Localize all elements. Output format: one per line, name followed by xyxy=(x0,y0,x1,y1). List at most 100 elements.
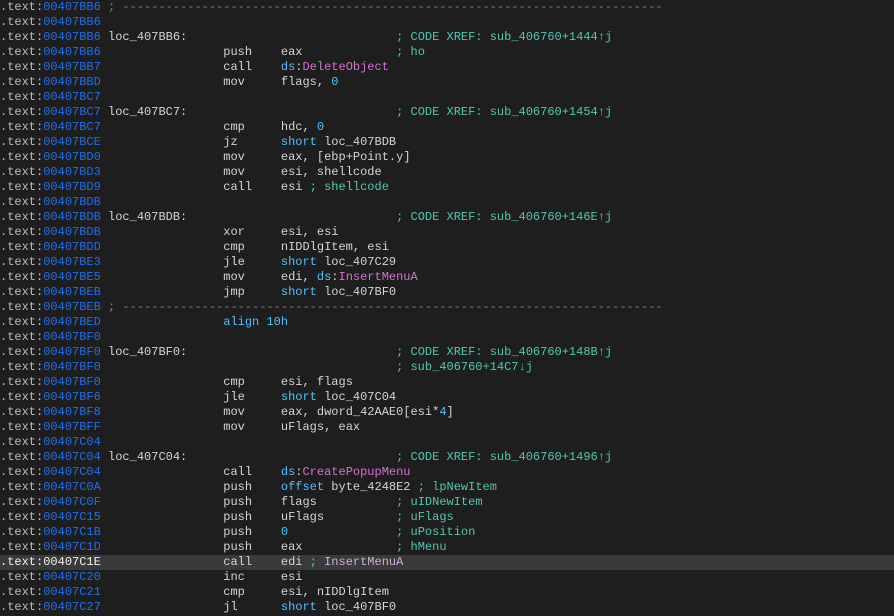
code-line[interactable]: .text:00407C0F push flags ; uIDNewItem xyxy=(0,495,894,510)
code-line[interactable]: .text:00407BB6 loc_407BB6: ; CODE XREF: … xyxy=(0,30,894,45)
token-arrow: ↑j xyxy=(598,450,612,464)
code-line[interactable]: .text:00407BF0 cmp esi, flags xyxy=(0,375,894,390)
token-mnemonic: mov xyxy=(223,75,245,89)
token-ident: , xyxy=(302,225,316,239)
segment-prefix: .text: xyxy=(0,525,43,539)
token-ident: Point.y xyxy=(353,150,403,164)
token-ident: uFlags xyxy=(281,420,324,434)
segment-prefix: .text: xyxy=(0,285,43,299)
token-comment: ; hMenu xyxy=(396,540,446,554)
code-line[interactable]: .text:00407BC7 xyxy=(0,90,894,105)
code-line[interactable]: .text:00407BF6 jle short loc_407C04 xyxy=(0,390,894,405)
segment-prefix: .text: xyxy=(0,195,43,209)
token-ident xyxy=(101,420,223,434)
token-reg: esi xyxy=(281,585,303,599)
token-ident xyxy=(245,240,281,254)
address: 00407C20 xyxy=(43,570,101,584)
token-mnemonic: jle xyxy=(223,390,245,404)
address: 00407BED xyxy=(43,315,101,329)
disassembly-view[interactable]: .text:00407BB6 ; -----------------------… xyxy=(0,0,894,616)
code-line[interactable]: .text:00407C04 xyxy=(0,435,894,450)
code-line[interactable]: .text:00407BFF mov uFlags, eax xyxy=(0,420,894,435)
token-keyword: align xyxy=(223,315,266,329)
token-ident: , xyxy=(353,240,367,254)
code-line[interactable]: .text:00407BDD cmp nIDDlgItem, esi xyxy=(0,240,894,255)
token-ident: loc_407BF0 xyxy=(317,600,396,614)
segment-prefix: .text: xyxy=(0,90,43,104)
token-ident xyxy=(252,525,281,539)
code-line[interactable]: .text:00407BED align 10h xyxy=(0,315,894,330)
token-ident xyxy=(324,510,396,524)
token-ident: , xyxy=(324,420,338,434)
token-ident: , xyxy=(302,375,316,389)
code-line[interactable]: .text:00407C1E call edi ; InsertMenuA xyxy=(0,555,894,570)
code-line[interactable]: .text:00407BB7 call ds:DeleteObject xyxy=(0,60,894,75)
code-line[interactable]: .text:00407BDB loc_407BDB: ; CODE XREF: … xyxy=(0,210,894,225)
address: 00407BF8 xyxy=(43,405,101,419)
address: 00407BEB xyxy=(43,285,101,299)
code-line[interactable]: .text:00407BDB xor esi, esi xyxy=(0,225,894,240)
code-line[interactable]: .text:00407C20 inc esi xyxy=(0,570,894,585)
code-line[interactable]: .text:00407C0A push offset byte_4248E2 ;… xyxy=(0,480,894,495)
code-line[interactable]: .text:00407BD9 call esi ; shellcode xyxy=(0,180,894,195)
token-mnemonic: cmp xyxy=(223,585,245,599)
token-ident: nIDDlgItem xyxy=(317,585,389,599)
token-ident: [ xyxy=(317,150,324,164)
address: 00407C27 xyxy=(43,600,101,614)
code-line[interactable]: .text:00407BF8 mov eax, dword_42AAE0[esi… xyxy=(0,405,894,420)
code-line[interactable]: .text:00407BEB ; -----------------------… xyxy=(0,300,894,315)
code-line[interactable]: .text:00407BDB xyxy=(0,195,894,210)
token-label: loc_407BF0 xyxy=(101,345,180,359)
code-line[interactable]: .text:00407BD3 mov esi, shellcode xyxy=(0,165,894,180)
code-line[interactable]: .text:00407BEB jmp short loc_407BF0 xyxy=(0,285,894,300)
code-line[interactable]: .text:00407BF0 loc_407BF0: ; CODE XREF: … xyxy=(0,345,894,360)
code-line[interactable]: .text:00407BB6 ; -----------------------… xyxy=(0,0,894,15)
code-line[interactable]: .text:00407C04 loc_407C04: ; CODE XREF: … xyxy=(0,450,894,465)
code-line[interactable]: .text:00407C27 jl short loc_407BF0 xyxy=(0,600,894,615)
address: 00407BDB xyxy=(43,195,101,209)
token-reg: eax xyxy=(339,420,361,434)
token-ident xyxy=(101,390,223,404)
address: 00407BB6 xyxy=(43,0,101,14)
code-line[interactable]: .text:00407C1D push eax ; hMenu xyxy=(0,540,894,555)
code-line[interactable]: .text:00407BCE jz short loc_407BDB xyxy=(0,135,894,150)
code-line[interactable]: .text:00407BE3 jle short loc_407C29 xyxy=(0,255,894,270)
token-ident xyxy=(101,255,223,269)
token-ident xyxy=(101,150,223,164)
segment-prefix: .text: xyxy=(0,420,43,434)
token-ident: loc_407C29 xyxy=(317,255,396,269)
token-func: InsertMenuA xyxy=(339,270,418,284)
token-mnemonic: jl xyxy=(223,600,237,614)
token-ident xyxy=(245,585,281,599)
code-line[interactable]: .text:00407BF0 xyxy=(0,330,894,345)
address: 00407BC7 xyxy=(43,105,101,119)
token-ident xyxy=(101,600,223,614)
address: 00407BF6 xyxy=(43,390,101,404)
code-line[interactable]: .text:00407BBD mov flags, 0 xyxy=(0,75,894,90)
code-line[interactable]: .text:00407BE5 mov edi, ds:InsertMenuA xyxy=(0,270,894,285)
segment-prefix: .text: xyxy=(0,540,43,554)
code-line[interactable]: .text:00407BB6 xyxy=(0,15,894,30)
token-reg: esi xyxy=(367,240,389,254)
token-comment: ; uFlags xyxy=(396,510,454,524)
code-line[interactable]: .text:00407C04 call ds:CreatePopupMenu xyxy=(0,465,894,480)
token-reg: ebp xyxy=(324,150,346,164)
token-ident: , xyxy=(317,75,331,89)
code-line[interactable]: .text:00407BC7 loc_407BC7: ; CODE XREF: … xyxy=(0,105,894,120)
code-line[interactable]: .text:00407C15 push uFlags ; uFlags xyxy=(0,510,894,525)
segment-prefix: .text: xyxy=(0,0,43,14)
token-comment: ; sub_406760+14C7 xyxy=(396,360,518,374)
code-line[interactable]: .text:00407BF0 ; sub_406760+14C7↓j xyxy=(0,360,894,375)
token-reg: esi xyxy=(281,375,303,389)
token-mnemonic: mov xyxy=(223,405,245,419)
token-mnemonic: xor xyxy=(223,225,245,239)
code-line[interactable]: .text:00407C21 cmp esi, nIDDlgItem xyxy=(0,585,894,600)
token-mnemonic: cmp xyxy=(223,375,245,389)
code-line[interactable]: .text:00407BD0 mov eax, [ebp+Point.y] xyxy=(0,150,894,165)
code-line[interactable]: .text:00407BB6 push eax ; ho xyxy=(0,45,894,60)
segment-prefix: .text: xyxy=(0,210,43,224)
code-line[interactable]: .text:00407BC7 cmp hdc, 0 xyxy=(0,120,894,135)
segment-prefix: .text: xyxy=(0,570,43,584)
code-line[interactable]: .text:00407C1B push 0 ; uPosition xyxy=(0,525,894,540)
token-ident xyxy=(187,105,396,119)
